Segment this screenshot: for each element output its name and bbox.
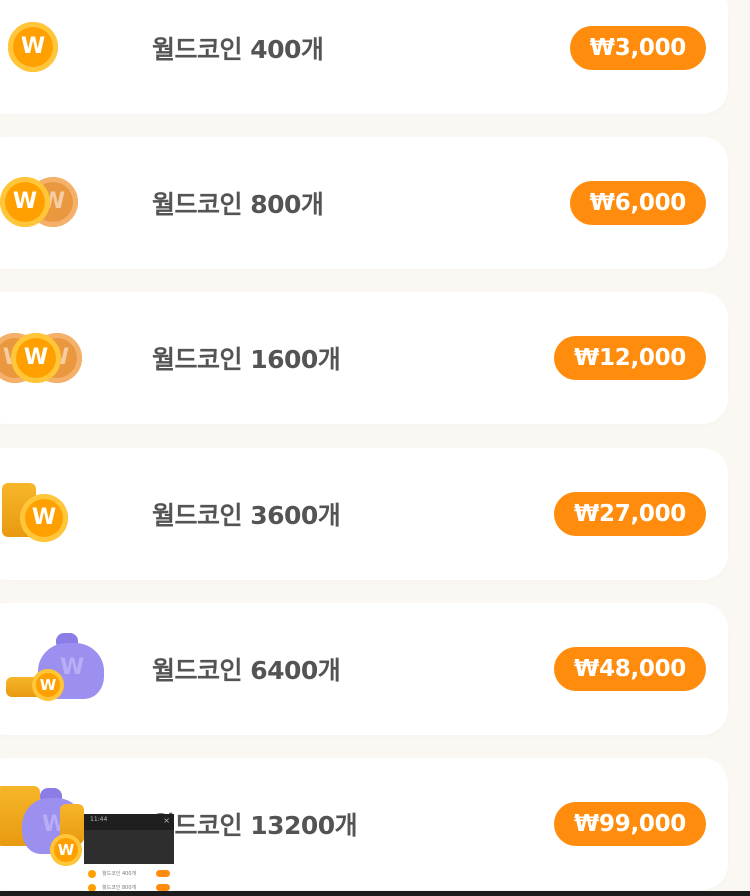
product-card[interactable]: W W W 월드코인 1600개 ₩12,000: [0, 292, 728, 424]
product-label: 월드코인 6400개: [152, 656, 341, 685]
price-button[interactable]: ₩27,000: [553, 492, 706, 536]
product-label: 월드코인 400개: [152, 35, 324, 64]
two-coins-icon: W W: [0, 137, 110, 269]
bottom-edge-bar: [0, 891, 750, 896]
product-card[interactable]: W 월드코인 400개 ₩3,000: [0, 0, 728, 114]
thumbnail-row-label: 월드코인 800개: [102, 885, 137, 891]
product-card[interactable]: W W 월드코인 6400개 ₩48,000: [0, 603, 728, 735]
price-button[interactable]: ₩3,000: [569, 26, 706, 70]
product-label: 월드코인 13200개: [152, 811, 358, 840]
product-label: 월드코인 1600개: [152, 345, 341, 374]
thumbnail-price: [156, 884, 170, 891]
price-button[interactable]: ₩48,000: [553, 647, 706, 691]
close-icon[interactable]: ×: [163, 816, 170, 825]
coin-stack-icon: W: [0, 448, 110, 580]
thumbnail-status-bar: 11:44 ×: [84, 814, 174, 830]
app-thumbnail[interactable]: 11:44 × 월드코인 400개 월드코인 800개: [84, 814, 174, 896]
thumbnail-row-label: 월드코인 400개: [102, 871, 137, 877]
product-label: 월드코인 3600개: [152, 501, 341, 530]
price-button[interactable]: ₩99,000: [553, 802, 706, 846]
coin-bag-icon: W W: [0, 603, 110, 735]
thumbnail-time: 11:44: [90, 816, 108, 823]
product-label: 월드코인 800개: [152, 190, 324, 219]
thumbnail-row: 월드코인 400개: [88, 868, 170, 880]
coin-product-list: W 월드코인 400개 ₩3,000 W W 월드코인 800개 ₩6,000 …: [0, 0, 750, 896]
price-button[interactable]: ₩6,000: [569, 181, 706, 225]
product-card[interactable]: W 월드코인 3600개 ₩27,000: [0, 448, 728, 580]
coin-icon: [88, 870, 96, 878]
thumbnail-price: [156, 870, 170, 877]
price-button[interactable]: ₩12,000: [553, 336, 706, 380]
product-card[interactable]: W W 월드코인 800개 ₩6,000: [0, 137, 728, 269]
three-coins-icon: W W W: [0, 292, 110, 424]
single-coin-icon: W: [0, 0, 110, 114]
